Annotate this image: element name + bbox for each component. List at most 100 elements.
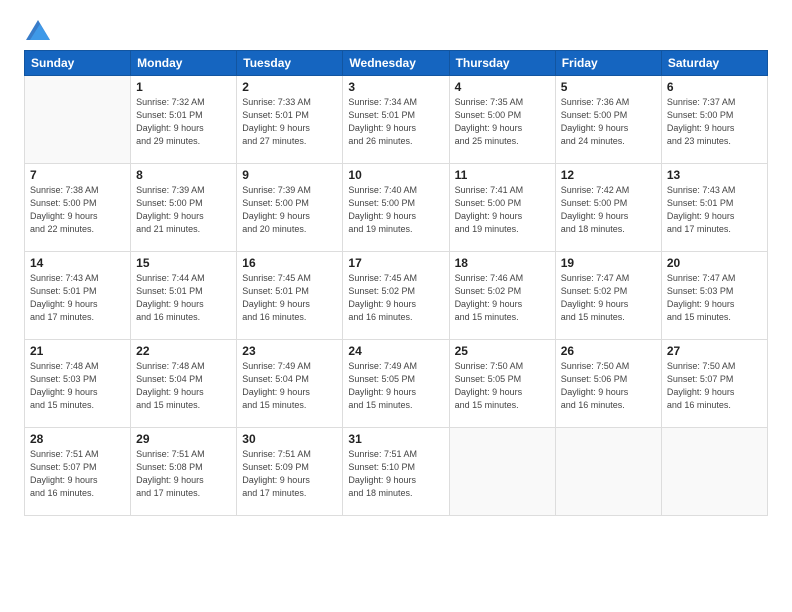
day-number: 31	[348, 432, 443, 446]
day-info: Sunrise: 7:51 AM Sunset: 5:09 PM Dayligh…	[242, 448, 337, 500]
weekday-header-row: SundayMondayTuesdayWednesdayThursdayFrid…	[25, 51, 768, 76]
calendar-cell: 18 Sunrise: 7:46 AM Sunset: 5:02 PM Dayli…	[449, 252, 555, 340]
calendar-cell: 13Sunrise: 7:43 AM Sunset: 5:01 PM Dayli…	[661, 164, 767, 252]
day-info: Sunrise: 7:37 AM Sunset: 5:00 PM Dayligh…	[667, 96, 762, 148]
day-number: 17	[348, 256, 443, 270]
weekday-header-sunday: Sunday	[25, 51, 131, 76]
calendar-table: SundayMondayTuesdayWednesdayThursdayFrid…	[24, 50, 768, 516]
day-number: 11	[455, 168, 550, 182]
calendar-cell: 8 Sunrise: 7:39 AM Sunset: 5:00 PM Daylig…	[131, 164, 237, 252]
day-number: 25	[455, 344, 550, 358]
day-info: Sunrise: 7:40 AM Sunset: 5:00 PM Dayligh…	[348, 184, 443, 236]
day-number: 21	[30, 344, 125, 358]
day-info: Sunrise: 7:39 AM Sunset: 5:00 PM Dayligh…	[242, 184, 337, 236]
day-info: Sunrise: 7:49 AM Sunset: 5:05 PM Dayligh…	[348, 360, 443, 412]
weekday-header-friday: Friday	[555, 51, 661, 76]
calendar-cell: 31Sunrise: 7:51 AM Sunset: 5:10 PM Dayli…	[343, 428, 449, 516]
day-number: 7	[30, 168, 125, 182]
day-info: Sunrise: 7:43 AM Sunset: 5:01 PM Dayligh…	[667, 184, 762, 236]
day-info: Sunrise: 7:47 AM Sunset: 5:03 PM Dayligh…	[667, 272, 762, 324]
day-number: 29	[136, 432, 231, 446]
calendar-cell	[555, 428, 661, 516]
weekday-header-tuesday: Tuesday	[237, 51, 343, 76]
day-number: 20	[667, 256, 762, 270]
calendar-cell: 7Sunrise: 7:38 AM Sunset: 5:00 PM Daylig…	[25, 164, 131, 252]
day-number: 30	[242, 432, 337, 446]
calendar-cell: 30 Sunrise: 7:51 AM Sunset: 5:09 PM Dayli…	[237, 428, 343, 516]
calendar-cell: 2 Sunrise: 7:33 AM Sunset: 5:01 PM Daylig…	[237, 76, 343, 164]
calendar-cell: 14 Sunrise: 7:43 AM Sunset: 5:01 PM Dayli…	[25, 252, 131, 340]
weekday-header-saturday: Saturday	[661, 51, 767, 76]
calendar-cell: 3 Sunrise: 7:34 AM Sunset: 5:01 PM Daylig…	[343, 76, 449, 164]
calendar-cell: 20 Sunrise: 7:47 AM Sunset: 5:03 PM Dayli…	[661, 252, 767, 340]
calendar-cell	[661, 428, 767, 516]
day-info: Sunrise: 7:45 AM Sunset: 5:01 PM Dayligh…	[242, 272, 337, 324]
weekday-header-monday: Monday	[131, 51, 237, 76]
calendar-cell: 4 Sunrise: 7:35 AM Sunset: 5:00 PM Daylig…	[449, 76, 555, 164]
day-number: 6	[667, 80, 762, 94]
calendar-cell: 6 Sunrise: 7:37 AM Sunset: 5:00 PM Daylig…	[661, 76, 767, 164]
day-number: 18	[455, 256, 550, 270]
week-row-4: 21 Sunrise: 7:48 AM Sunset: 5:03 PM Dayli…	[25, 340, 768, 428]
day-number: 9	[242, 168, 337, 182]
week-row-1: 1Sunrise: 7:32 AM Sunset: 5:01 PM Daylig…	[25, 76, 768, 164]
day-number: 14	[30, 256, 125, 270]
header	[24, 20, 768, 40]
day-info: Sunrise: 7:48 AM Sunset: 5:04 PM Dayligh…	[136, 360, 231, 412]
day-number: 19	[561, 256, 656, 270]
day-info: Sunrise: 7:39 AM Sunset: 5:00 PM Dayligh…	[136, 184, 231, 236]
day-number: 27	[667, 344, 762, 358]
calendar-cell: 23 Sunrise: 7:49 AM Sunset: 5:04 PM Dayli…	[237, 340, 343, 428]
calendar-cell: 12Sunrise: 7:42 AM Sunset: 5:00 PM Dayli…	[555, 164, 661, 252]
day-info: Sunrise: 7:51 AM Sunset: 5:08 PM Dayligh…	[136, 448, 231, 500]
day-number: 1	[136, 80, 231, 94]
calendar-cell: 16 Sunrise: 7:45 AM Sunset: 5:01 PM Dayli…	[237, 252, 343, 340]
weekday-header-thursday: Thursday	[449, 51, 555, 76]
day-info: Sunrise: 7:34 AM Sunset: 5:01 PM Dayligh…	[348, 96, 443, 148]
day-info: Sunrise: 7:35 AM Sunset: 5:00 PM Dayligh…	[455, 96, 550, 148]
logo	[24, 20, 50, 40]
day-info: Sunrise: 7:49 AM Sunset: 5:04 PM Dayligh…	[242, 360, 337, 412]
day-info: Sunrise: 7:50 AM Sunset: 5:06 PM Dayligh…	[561, 360, 656, 412]
day-info: Sunrise: 7:50 AM Sunset: 5:05 PM Dayligh…	[455, 360, 550, 412]
calendar-cell: 21 Sunrise: 7:48 AM Sunset: 5:03 PM Dayli…	[25, 340, 131, 428]
week-row-5: 28 Sunrise: 7:51 AM Sunset: 5:07 PM Dayli…	[25, 428, 768, 516]
day-number: 5	[561, 80, 656, 94]
calendar-cell: 17Sunrise: 7:45 AM Sunset: 5:02 PM Dayli…	[343, 252, 449, 340]
calendar-cell: 22 Sunrise: 7:48 AM Sunset: 5:04 PM Dayli…	[131, 340, 237, 428]
day-info: Sunrise: 7:51 AM Sunset: 5:07 PM Dayligh…	[30, 448, 125, 500]
day-info: Sunrise: 7:33 AM Sunset: 5:01 PM Dayligh…	[242, 96, 337, 148]
day-number: 26	[561, 344, 656, 358]
day-info: Sunrise: 7:41 AM Sunset: 5:00 PM Dayligh…	[455, 184, 550, 236]
logo-icon	[26, 20, 50, 40]
calendar-cell: 10 Sunrise: 7:40 AM Sunset: 5:00 PM Dayli…	[343, 164, 449, 252]
calendar-cell	[25, 76, 131, 164]
calendar-cell: 1Sunrise: 7:32 AM Sunset: 5:01 PM Daylig…	[131, 76, 237, 164]
day-number: 8	[136, 168, 231, 182]
calendar-cell: 19 Sunrise: 7:47 AM Sunset: 5:02 PM Dayli…	[555, 252, 661, 340]
day-number: 28	[30, 432, 125, 446]
day-info: Sunrise: 7:42 AM Sunset: 5:00 PM Dayligh…	[561, 184, 656, 236]
calendar-cell: 11 Sunrise: 7:41 AM Sunset: 5:00 PM Dayli…	[449, 164, 555, 252]
day-number: 3	[348, 80, 443, 94]
day-number: 4	[455, 80, 550, 94]
calendar-cell: 25 Sunrise: 7:50 AM Sunset: 5:05 PM Dayli…	[449, 340, 555, 428]
day-number: 22	[136, 344, 231, 358]
calendar-cell: 26 Sunrise: 7:50 AM Sunset: 5:06 PM Dayli…	[555, 340, 661, 428]
day-info: Sunrise: 7:36 AM Sunset: 5:00 PM Dayligh…	[561, 96, 656, 148]
day-info: Sunrise: 7:47 AM Sunset: 5:02 PM Dayligh…	[561, 272, 656, 324]
calendar-cell: 29 Sunrise: 7:51 AM Sunset: 5:08 PM Dayli…	[131, 428, 237, 516]
day-info: Sunrise: 7:48 AM Sunset: 5:03 PM Dayligh…	[30, 360, 125, 412]
calendar-cell	[449, 428, 555, 516]
day-number: 16	[242, 256, 337, 270]
calendar-cell: 27Sunrise: 7:50 AM Sunset: 5:07 PM Dayli…	[661, 340, 767, 428]
day-info: Sunrise: 7:46 AM Sunset: 5:02 PM Dayligh…	[455, 272, 550, 324]
day-number: 23	[242, 344, 337, 358]
day-number: 24	[348, 344, 443, 358]
calendar-cell: 15Sunrise: 7:44 AM Sunset: 5:01 PM Dayli…	[131, 252, 237, 340]
week-row-2: 7Sunrise: 7:38 AM Sunset: 5:00 PM Daylig…	[25, 164, 768, 252]
day-number: 2	[242, 80, 337, 94]
day-info: Sunrise: 7:43 AM Sunset: 5:01 PM Dayligh…	[30, 272, 125, 324]
weekday-header-wednesday: Wednesday	[343, 51, 449, 76]
day-number: 10	[348, 168, 443, 182]
